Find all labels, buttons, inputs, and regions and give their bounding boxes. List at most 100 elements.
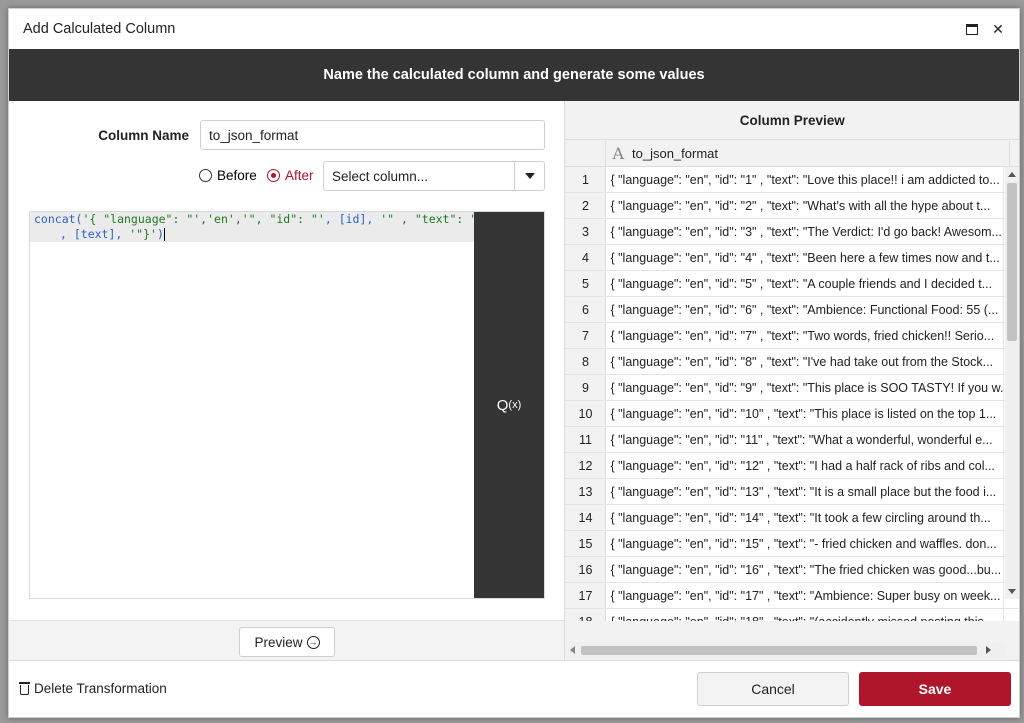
arrow-circle-right-icon: → bbox=[306, 635, 320, 649]
row-number: 6 bbox=[565, 297, 607, 322]
table-row[interactable]: 18{ "language": "en", "id": "18" , "text… bbox=[565, 609, 1019, 621]
row-number: 14 bbox=[565, 505, 607, 530]
before-radio-dot[interactable] bbox=[199, 169, 212, 182]
scroll-left-icon[interactable] bbox=[570, 646, 576, 654]
grid-column-header[interactable]: A to_json_format bbox=[606, 141, 1011, 166]
before-label: Before bbox=[217, 168, 257, 183]
after-radio-dot[interactable] bbox=[267, 169, 280, 182]
table-cell[interactable]: { "language": "en", "id": "14" , "text":… bbox=[606, 505, 1005, 530]
column-name-label: Column Name bbox=[98, 128, 189, 143]
preview-button[interactable]: Preview → bbox=[239, 627, 335, 657]
table-row[interactable]: 3{ "language": "en", "id": "3" , "text":… bbox=[565, 219, 1020, 245]
row-number: 7 bbox=[565, 323, 607, 348]
row-number: 1 bbox=[565, 167, 607, 192]
select-column-value: Select column... bbox=[332, 168, 429, 184]
row-number: 17 bbox=[565, 583, 607, 608]
table-cell[interactable]: { "language": "en", "id": "12" , "text":… bbox=[606, 453, 1005, 478]
grid-corner bbox=[565, 141, 607, 166]
row-number: 3 bbox=[565, 219, 607, 244]
chevron-down-icon[interactable] bbox=[514, 162, 544, 190]
table-row[interactable]: 6{ "language": "en", "id": "6" , "text":… bbox=[565, 297, 1020, 323]
table-row[interactable]: 4{ "language": "en", "id": "4" , "text":… bbox=[565, 245, 1020, 271]
code-line-2: , [text], '"}') bbox=[30, 227, 475, 242]
table-row[interactable]: 12{ "language": "en", "id": "12" , "text… bbox=[565, 453, 1020, 479]
horizontal-scroll-thumb[interactable] bbox=[581, 646, 978, 655]
table-row[interactable]: 14{ "language": "en", "id": "14" , "text… bbox=[565, 505, 1020, 531]
table-cell[interactable]: { "language": "en", "id": "4" , "text": … bbox=[606, 245, 1005, 270]
cancel-button[interactable]: Cancel bbox=[697, 672, 849, 706]
code-line-1: concat('{ "language": "','en','", "id": … bbox=[30, 212, 484, 227]
table-row[interactable]: 13{ "language": "en", "id": "13" , "text… bbox=[565, 479, 1020, 505]
row-number: 11 bbox=[565, 427, 607, 452]
table-cell[interactable]: { "language": "en", "id": "9" , "text": … bbox=[606, 375, 1005, 400]
before-radio[interactable]: Before bbox=[199, 168, 257, 183]
add-calculated-column-dialog: Add Calculated Column ✕ Name the calcula… bbox=[8, 8, 1020, 718]
formula-editor-container: concat('{ "language": "','en','", "id": … bbox=[29, 211, 545, 599]
function-button-sub: (x) bbox=[508, 399, 522, 411]
table-row[interactable]: 17{ "language": "en", "id": "17" , "text… bbox=[565, 583, 1020, 609]
table-row[interactable]: 2{ "language": "en", "id": "2" , "text":… bbox=[565, 193, 1020, 219]
maximize-icon[interactable] bbox=[965, 22, 979, 36]
table-cell[interactable]: { "language": "en", "id": "1" , "text": … bbox=[606, 167, 1005, 192]
row-number: 13 bbox=[565, 479, 607, 504]
after-label: After bbox=[285, 168, 314, 183]
table-row[interactable]: 15{ "language": "en", "id": "15" , "text… bbox=[565, 531, 1020, 557]
text-type-icon: A bbox=[612, 144, 625, 163]
table-cell[interactable]: { "language": "en", "id": "10" , "text":… bbox=[606, 401, 1005, 426]
table-cell[interactable]: { "language": "en", "id": "16" , "text":… bbox=[606, 557, 1005, 582]
close-icon[interactable]: ✕ bbox=[991, 21, 1005, 37]
table-row[interactable]: 10{ "language": "en", "id": "10" , "text… bbox=[565, 401, 1020, 427]
table-cell[interactable]: { "language": "en", "id": "11" , "text":… bbox=[606, 427, 1005, 452]
vertical-scroll-thumb[interactable] bbox=[1007, 183, 1017, 341]
row-number: 5 bbox=[565, 271, 607, 296]
table-cell[interactable]: { "language": "en", "id": "5" , "text": … bbox=[606, 271, 1005, 296]
table-cell[interactable]: { "language": "en", "id": "6" , "text": … bbox=[606, 297, 1005, 322]
table-cell[interactable]: { "language": "en", "id": "15" , "text":… bbox=[606, 531, 1005, 556]
delete-transformation-button[interactable]: Delete Transformation bbox=[19, 681, 167, 696]
table-cell[interactable]: { "language": "en", "id": "2" , "text": … bbox=[606, 193, 1005, 218]
code-token: , bbox=[234, 212, 242, 226]
row-number: 12 bbox=[565, 453, 607, 478]
table-row[interactable]: 5{ "language": "en", "id": "5" , "text":… bbox=[565, 271, 1020, 297]
dialog-titlebar: Add Calculated Column ✕ bbox=[9, 9, 1019, 49]
row-number: 4 bbox=[565, 245, 607, 270]
table-cell[interactable]: { "language": "en", "id": "13" , "text":… bbox=[606, 479, 1005, 504]
scroll-down-icon[interactable] bbox=[1008, 589, 1016, 594]
formula-panel: Column Name Before After Select column..… bbox=[9, 101, 565, 662]
preview-button-label: Preview bbox=[254, 634, 303, 650]
scroll-up-icon[interactable] bbox=[1008, 172, 1016, 177]
table-row[interactable]: 9{ "language": "en", "id": "9" , "text":… bbox=[565, 375, 1020, 401]
column-name-input[interactable] bbox=[200, 120, 545, 150]
table-row[interactable]: 7{ "language": "en", "id": "7" , "text":… bbox=[565, 323, 1020, 349]
position-row: Before After Select column... bbox=[9, 161, 565, 191]
code-token: '" , "text": "' bbox=[380, 212, 485, 226]
table-row[interactable]: 11{ "language": "en", "id": "11" , "text… bbox=[565, 427, 1020, 453]
save-button[interactable]: Save bbox=[859, 672, 1011, 706]
preview-bar: Preview → bbox=[9, 620, 565, 662]
trash-icon bbox=[19, 682, 30, 695]
dialog-title: Add Calculated Column bbox=[23, 21, 176, 37]
grid-rows: 1{ "language": "en", "id": "1" , "text":… bbox=[565, 167, 1020, 621]
table-cell[interactable]: { "language": "en", "id": "17" , "text":… bbox=[606, 583, 1005, 608]
table-cell[interactable]: { "language": "en", "id": "7" , "text": … bbox=[606, 323, 1005, 348]
after-radio[interactable]: After bbox=[267, 168, 314, 183]
horizontal-scrollbar[interactable] bbox=[565, 642, 1006, 658]
window-controls: ✕ bbox=[965, 21, 1005, 37]
table-row[interactable]: 8{ "language": "en", "id": "8" , "text":… bbox=[565, 349, 1020, 375]
scroll-right-icon[interactable] bbox=[986, 646, 992, 654]
vertical-scrollbar[interactable] bbox=[1005, 167, 1019, 599]
code-token: , [text], bbox=[60, 227, 130, 241]
formula-editor[interactable]: concat('{ "language": "','en','", "id": … bbox=[30, 212, 484, 598]
table-cell[interactable]: { "language": "en", "id": "8" , "text": … bbox=[606, 349, 1005, 374]
function-picker-button[interactable]: Q (x) bbox=[474, 212, 544, 598]
row-number: 15 bbox=[565, 531, 607, 556]
table-cell[interactable]: { "language": "en", "id": "18" , "text":… bbox=[606, 609, 1005, 621]
table-row[interactable]: 1{ "language": "en", "id": "1" , "text":… bbox=[565, 167, 1020, 193]
delete-transformation-label: Delete Transformation bbox=[34, 681, 167, 696]
row-number: 9 bbox=[565, 375, 607, 400]
function-button-label: Q bbox=[496, 396, 509, 414]
table-cell[interactable]: { "language": "en", "id": "3" , "text": … bbox=[606, 219, 1005, 244]
select-column-dropdown[interactable]: Select column... bbox=[323, 161, 545, 191]
code-token: 'en' bbox=[207, 212, 235, 226]
table-row[interactable]: 16{ "language": "en", "id": "16" , "text… bbox=[565, 557, 1020, 583]
